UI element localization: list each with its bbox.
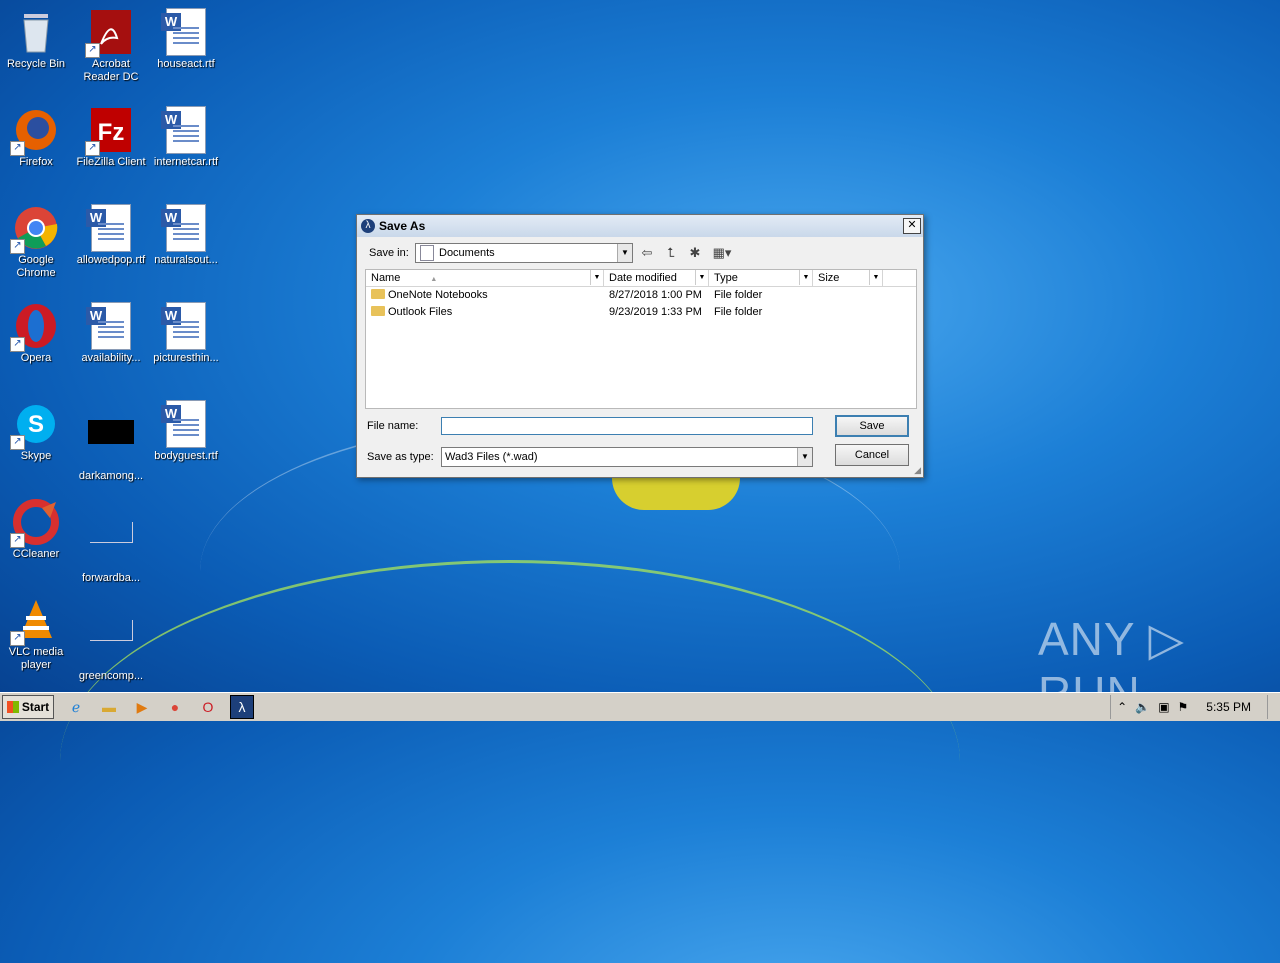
- desktop-icon-vlc[interactable]: ↗ VLC media player: [0, 596, 74, 672]
- file-list-header: Name ▲ ▼ Date modified ▼ Type ▼ Size ▼: [366, 270, 916, 287]
- dialog-titlebar[interactable]: λ Save As ✕: [357, 215, 923, 237]
- word-doc-icon: W: [161, 106, 210, 154]
- save-as-type-value: Wad3 Files (*.wad): [445, 451, 538, 463]
- dialog-title: Save As: [379, 219, 426, 233]
- desktop-icon-naturalsout[interactable]: W naturalsout...: [148, 204, 224, 267]
- start-button[interactable]: Start: [2, 695, 54, 719]
- vlc-icon: ↗: [10, 596, 60, 646]
- chevron-down-icon: ▼: [797, 448, 812, 466]
- up-folder-icon[interactable]: ⮤: [661, 244, 681, 262]
- documents-folder-icon: [420, 245, 434, 261]
- chrome-icon[interactable]: ●: [164, 696, 186, 718]
- file-explorer-icon[interactable]: ▬: [98, 696, 120, 718]
- save-button[interactable]: Save: [835, 415, 909, 437]
- desktop-icon-skype[interactable]: S ↗ Skype: [0, 400, 74, 463]
- tray-expand-icon[interactable]: ⌃: [1117, 700, 1127, 714]
- blank-file-icon: [87, 522, 135, 570]
- desktop-icon-ccleaner[interactable]: ↗ CCleaner: [0, 498, 74, 561]
- desktop-icon-firefox[interactable]: ↗ Firefox: [0, 106, 74, 169]
- file-name-row: File name:: [367, 417, 813, 435]
- save-in-label: Save in:: [369, 247, 409, 259]
- file-row[interactable]: Outlook Files 9/23/2019 1:33 PM File fol…: [366, 304, 916, 321]
- clock[interactable]: 5:35 PM: [1206, 700, 1251, 714]
- word-doc-icon: W: [86, 204, 135, 252]
- desktop-icon-internetcar[interactable]: W internetcar.rtf: [148, 106, 224, 169]
- save-as-type-dropdown[interactable]: Wad3 Files (*.wad) ▼: [441, 447, 813, 467]
- opera-icon: ↗: [10, 302, 60, 352]
- word-doc-icon: W: [86, 302, 135, 350]
- save-in-value: Documents: [439, 247, 495, 259]
- black-image-icon: [87, 420, 135, 468]
- view-menu-icon[interactable]: ▦▾: [709, 244, 735, 262]
- cancel-button[interactable]: Cancel: [835, 444, 909, 466]
- skype-icon: S ↗: [10, 400, 60, 450]
- media-player-icon[interactable]: ▶: [131, 696, 153, 718]
- opera-icon[interactable]: O: [197, 696, 219, 718]
- save-in-row: Save in: Documents ▼ ⇦ ⮤ ✱ ▦▾: [369, 243, 735, 263]
- folder-icon: [371, 306, 385, 316]
- file-row[interactable]: OneNote Notebooks 8/27/2018 1:00 PM File…: [366, 287, 916, 304]
- column-date-modified[interactable]: Date modified ▼: [604, 270, 709, 286]
- column-size[interactable]: Size ▼: [813, 270, 883, 286]
- chrome-icon: ↗: [10, 204, 60, 254]
- desktop-icon-greencomp[interactable]: greencomp...: [73, 596, 149, 683]
- word-doc-icon: W: [161, 400, 210, 448]
- filezilla-icon: Fz ↗: [85, 106, 135, 156]
- internet-explorer-icon[interactable]: ℯ: [65, 696, 87, 718]
- desktop-icon-filezilla[interactable]: Fz ↗ FileZilla Client: [73, 106, 149, 169]
- chevron-down-icon[interactable]: ▼: [695, 270, 708, 285]
- app-lambda-icon[interactable]: λ: [230, 695, 254, 719]
- close-button[interactable]: ✕: [903, 218, 921, 234]
- word-doc-icon: W: [161, 302, 210, 350]
- file-list[interactable]: Name ▲ ▼ Date modified ▼ Type ▼ Size ▼ OneNot…: [365, 269, 917, 409]
- file-name-label: File name:: [367, 420, 419, 432]
- firefox-icon: ↗: [10, 106, 60, 156]
- action-center-flag-icon[interactable]: ⚑: [1178, 700, 1189, 714]
- desktop-icon-recycle-bin[interactable]: Recycle Bin: [0, 8, 74, 71]
- chevron-down-icon: ▼: [617, 244, 632, 262]
- word-doc-icon: W: [161, 8, 210, 56]
- desktop-icon-darkamong[interactable]: darkamong...: [73, 400, 149, 483]
- network-icon[interactable]: ▣: [1158, 700, 1169, 714]
- word-doc-icon: W: [161, 204, 210, 252]
- recycle-bin-icon: [12, 8, 60, 56]
- svg-text:S: S: [28, 411, 44, 438]
- svg-text:Fz: Fz: [98, 119, 125, 146]
- chevron-down-icon[interactable]: ▼: [869, 270, 882, 285]
- windows-logo-icon: [6, 701, 19, 713]
- column-name[interactable]: Name ▲ ▼: [366, 270, 604, 286]
- desktop-icon-allowedpop[interactable]: W allowedpop.rtf: [73, 204, 149, 267]
- column-type[interactable]: Type ▼: [709, 270, 813, 286]
- save-as-type-label: Save as type:: [367, 451, 434, 463]
- folder-icon: [371, 289, 385, 299]
- blank-file-icon: [87, 620, 135, 668]
- desktop-icon-acrobat[interactable]: ↗ Acrobat Reader DC: [73, 8, 149, 84]
- resize-grip-icon[interactable]: ◢: [914, 465, 921, 476]
- file-name-field[interactable]: [441, 417, 813, 435]
- taskbar: Start ℯ ▬ ▶ ● O λ ⌃ 🔈 ▣ ⚑ 5:35 PM: [0, 692, 1280, 721]
- desktop-icon-chrome[interactable]: ↗ Google Chrome: [0, 204, 74, 280]
- acrobat-icon: ↗: [85, 8, 135, 58]
- show-desktop-button[interactable]: [1267, 695, 1280, 719]
- volume-icon[interactable]: 🔈: [1135, 700, 1150, 714]
- desktop-icon-forwardba[interactable]: forwardba...: [73, 498, 149, 585]
- save-as-dialog: λ Save As ✕ Save in: Documents ▼ ⇦ ⮤ ✱ ▦…: [356, 214, 924, 478]
- ccleaner-icon: ↗: [10, 498, 60, 548]
- app-lambda-icon: λ: [361, 219, 375, 233]
- wallpaper-flower: [612, 478, 740, 510]
- desktop-icon-availability[interactable]: W availability...: [73, 302, 149, 365]
- save-as-type-row: Save as type: Wad3 Files (*.wad) ▼: [367, 447, 813, 467]
- desktop-icon-houseact[interactable]: W houseact.rtf: [148, 8, 224, 71]
- save-in-dropdown[interactable]: Documents ▼: [415, 243, 633, 263]
- desktop-icon-opera[interactable]: ↗ Opera: [0, 302, 74, 365]
- chevron-down-icon[interactable]: ▼: [590, 270, 603, 285]
- back-icon[interactable]: ⇦: [637, 244, 657, 262]
- new-folder-icon[interactable]: ✱: [685, 244, 705, 262]
- chevron-down-icon[interactable]: ▼: [799, 270, 812, 285]
- desktop-icon-bodyguest[interactable]: W bodyguest.rtf: [148, 400, 224, 463]
- desktop-icon-picturesthin[interactable]: W picturesthin...: [148, 302, 224, 365]
- sort-up-icon: ▲: [430, 276, 438, 283]
- system-tray: ⌃ 🔈 ▣ ⚑ 5:35 PM: [1110, 695, 1280, 719]
